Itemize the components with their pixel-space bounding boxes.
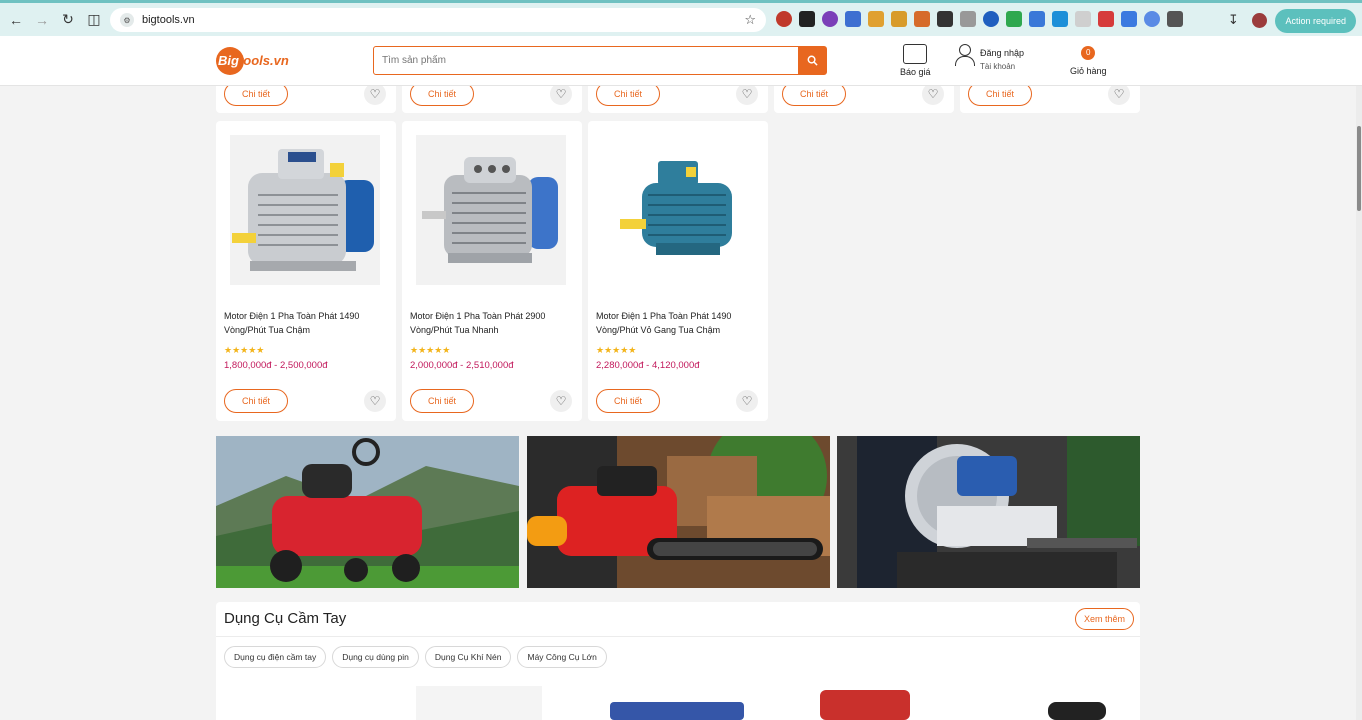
heart-icon[interactable]: ♡ (922, 83, 944, 105)
extension-icon[interactable] (1006, 11, 1022, 27)
site-info-icon[interactable]: ⚙ (120, 13, 134, 27)
section-title: Dụng Cụ Cầm Tay (224, 610, 347, 627)
account-label: Tài khoản (980, 62, 1016, 71)
detail-button[interactable]: Chi tiết (596, 389, 660, 413)
extension-icon[interactable] (914, 11, 930, 27)
address-url[interactable]: bigtools.vn (142, 14, 744, 26)
search-icon (807, 55, 818, 66)
logo-text-rest: tools.vn (238, 53, 289, 68)
product-price: 2,000,000đ - 2,510,000đ (410, 360, 514, 371)
action-required-button[interactable]: Action required (1275, 9, 1356, 33)
product-image[interactable] (230, 135, 380, 285)
forward-icon[interactable]: → (29, 7, 55, 33)
site-logo[interactable]: Bigtools.vn (216, 47, 289, 75)
extension-icon[interactable] (845, 11, 861, 27)
product-card[interactable]: Motor Điện 1 Pha Toàn Phát 1490 Vòng/Phú… (216, 121, 396, 421)
detail-button[interactable]: Chi tiết (224, 389, 288, 413)
banner-cut-off-saw[interactable] (837, 436, 1140, 588)
extension-icon[interactable] (1144, 11, 1160, 27)
banner-chainsaw[interactable] (527, 436, 830, 588)
heart-icon[interactable]: ♡ (736, 83, 758, 105)
extension-icon[interactable] (1098, 11, 1114, 27)
extension-icon[interactable] (983, 11, 999, 27)
product-card[interactable]: Motor Điện 1 Pha Toàn Phát 1490 Vòng/Phú… (588, 121, 768, 421)
extension-icon[interactable] (1121, 11, 1137, 27)
product-image[interactable] (610, 702, 744, 720)
rating-stars: ★★★★★ (596, 345, 637, 355)
extension-icon[interactable] (1052, 11, 1068, 27)
divider (216, 636, 1140, 637)
cart-count-badge: 0 (1081, 46, 1096, 60)
section-hand-tools: Dụng Cụ Cầm Tay Xem thêm Dụng cụ điện cầ… (216, 602, 1140, 720)
quote-label: Báo giá (900, 67, 931, 77)
chip-battery-tools[interactable]: Dụng cụ dùng pin (332, 646, 419, 668)
product-image[interactable] (416, 686, 542, 720)
page-scrollbar[interactable] (1356, 86, 1362, 720)
quote-icon (903, 44, 928, 64)
account-button[interactable]: Đăng nhập Tài khoản (954, 44, 1024, 71)
rating-stars: ★★★★★ (410, 345, 451, 355)
category-chips: Dụng cụ điện cầm tay Dụng cụ dùng pin Dụ… (224, 646, 607, 668)
chip-power-tools[interactable]: Dụng cụ điện cầm tay (224, 646, 327, 668)
back-icon[interactable]: ← (3, 7, 29, 33)
user-icon (954, 44, 975, 66)
extension-icon[interactable] (960, 11, 976, 27)
logo-text-big: Big (218, 53, 239, 68)
product-image[interactable] (416, 135, 566, 285)
search-bar (373, 46, 827, 75)
site-header: Bigtools.vn Báo giá Đăng nhập Tài khoản … (0, 36, 1362, 86)
extension-icon[interactable] (868, 11, 884, 27)
rating-stars: ★★★★★ (224, 345, 265, 355)
product-image[interactable] (820, 690, 910, 720)
bookmark-star-icon[interactable]: ☆ (744, 12, 756, 28)
cart-button[interactable]: 0 Giỏ hàng (1070, 44, 1107, 76)
heart-icon[interactable]: ♡ (550, 390, 572, 412)
see-more-button[interactable]: Xem thêm (1074, 608, 1134, 630)
product-name[interactable]: Motor Điện 1 Pha Toàn Phát 2900 Vòng/Phú… (410, 309, 570, 337)
chip-pneumatic-tools[interactable]: Dụng Cụ Khí Nén (424, 646, 512, 668)
product-card[interactable]: Motor Điện 1 Pha Toàn Phát 2900 Vòng/Phú… (402, 121, 582, 421)
extension-icon[interactable] (799, 11, 815, 27)
extensions-bar (776, 11, 1183, 27)
heart-icon[interactable]: ♡ (364, 390, 386, 412)
heart-icon[interactable]: ♡ (550, 83, 572, 105)
profile-avatar[interactable] (1252, 13, 1267, 28)
extension-icon[interactable] (822, 11, 838, 27)
detail-button[interactable]: Chi tiết (410, 389, 474, 413)
login-label: Đăng nhập (980, 48, 1025, 58)
reload-icon[interactable]: ↻ (55, 7, 81, 33)
browser-toolbar: ← → ↻ ◫ ⚙ bigtools.vn ☆ ↧ Action require… (0, 0, 1362, 36)
extension-icon[interactable] (891, 11, 907, 27)
extensions-puzzle-icon[interactable] (1167, 11, 1183, 27)
product-name[interactable]: Motor Điện 1 Pha Toàn Phát 1490 Vòng/Phú… (224, 309, 384, 337)
address-bar[interactable]: ⚙ bigtools.vn ☆ (110, 8, 766, 32)
cart-label: Giỏ hàng (1070, 66, 1107, 76)
heart-icon[interactable]: ♡ (364, 83, 386, 105)
search-button[interactable] (798, 47, 826, 74)
extension-icon[interactable] (1075, 11, 1091, 27)
product-price: 1,800,000đ - 2,500,000đ (224, 360, 328, 371)
chip-large-machines[interactable]: Máy Công Cụ Lớn (517, 646, 607, 668)
product-image[interactable] (602, 135, 752, 285)
product-price: 2,280,000đ - 4,120,000đ (596, 360, 700, 371)
scrollbar-thumb[interactable] (1357, 126, 1361, 211)
heart-icon[interactable]: ♡ (1108, 83, 1130, 105)
heart-icon[interactable]: ♡ (736, 390, 758, 412)
extension-icon[interactable] (776, 11, 792, 27)
download-icon[interactable]: ↧ (1228, 12, 1239, 28)
quote-button[interactable]: Báo giá (900, 44, 931, 77)
banner-lawn-mower[interactable] (216, 436, 519, 588)
split-view-icon[interactable]: ◫ (81, 7, 107, 33)
extension-icon[interactable] (1029, 11, 1045, 27)
extension-icon[interactable] (937, 11, 953, 27)
product-name[interactable]: Motor Điện 1 Pha Toàn Phát 1490 Vòng/Phú… (596, 309, 756, 337)
product-image[interactable] (1048, 702, 1106, 720)
search-input[interactable] (374, 47, 798, 74)
